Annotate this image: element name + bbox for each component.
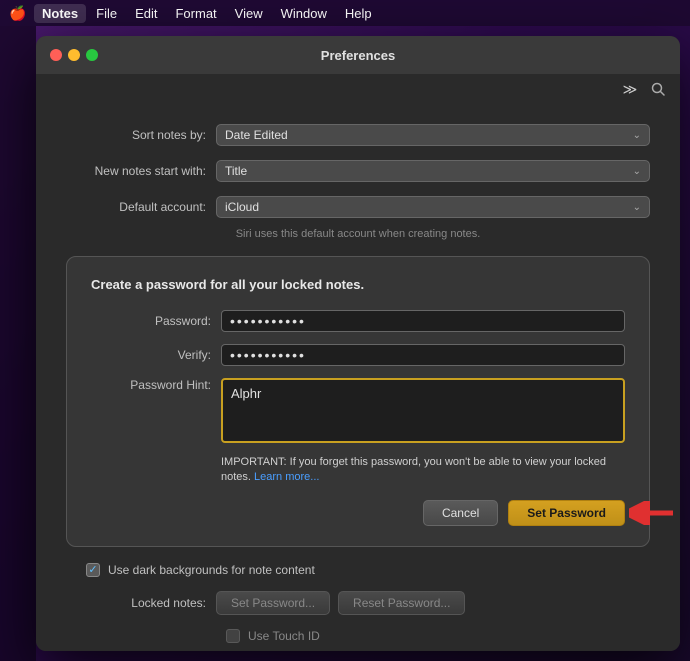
search-icon[interactable] [644,78,672,100]
window-title: Preferences [321,48,395,63]
menu-item-notes[interactable]: Notes [34,4,86,23]
hint-label: Password Hint: [91,378,211,392]
default-account-label: Default account: [66,200,206,214]
siri-hint: Siri uses this default account when crea… [66,228,650,240]
touch-id-section: Use Touch ID To use Touch ID in addition… [66,629,650,651]
dark-bg-row: ✓ Use dark backgrounds for note content [66,563,650,577]
menu-item-view[interactable]: View [227,4,271,23]
apple-menu-icon[interactable]: 🍎 [8,3,28,23]
menu-item-help[interactable]: Help [337,4,380,23]
verify-input[interactable] [221,344,625,366]
password-row: Password: [91,310,625,332]
default-account-row: Default account: iCloud ⌄ [66,196,650,218]
sort-notes-label: Sort notes by: [66,128,206,142]
password-label: Password: [91,314,211,328]
touch-id-hint: To use Touch ID in addition to the passw… [226,649,526,651]
chevron-down-icon: ⌄ [633,202,641,213]
cancel-button[interactable]: Cancel [423,500,498,526]
important-text: IMPORTANT: If you forget this password, … [221,455,625,486]
menu-item-edit[interactable]: Edit [127,4,165,23]
sidebar-strip [0,26,36,661]
red-arrow-indicator [629,501,677,525]
traffic-lights [50,49,98,61]
new-notes-row: New notes start with: Title ⌄ [66,160,650,182]
touch-id-label: Use Touch ID [248,629,320,643]
locked-reset-password-button: Reset Password... [338,591,465,615]
verify-label: Verify: [91,348,211,362]
minimize-button[interactable] [68,49,80,61]
chevron-down-icon: ⌄ [633,166,641,177]
chevron-down-icon: ⌄ [633,130,641,141]
new-notes-label: New notes start with: [66,164,206,178]
menu-item-format[interactable]: Format [167,4,224,23]
password-dialog: Create a password for all your locked no… [66,256,650,547]
menu-item-window[interactable]: Window [273,4,335,23]
learn-more-link[interactable]: Learn more... [254,471,319,483]
preferences-window: Preferences ≫ Sort notes by: Date Edited… [36,36,680,651]
default-account-select[interactable]: iCloud ⌄ [216,196,650,218]
set-password-button[interactable]: Set Password [508,500,625,526]
dialog-title: Create a password for all your locked no… [91,277,625,292]
sort-notes-row: Sort notes by: Date Edited ⌄ [66,124,650,146]
close-button[interactable] [50,49,62,61]
sort-notes-select[interactable]: Date Edited ⌄ [216,124,650,146]
prefs-content: Sort notes by: Date Edited ⌄ New notes s… [36,104,680,651]
dialog-buttons: Cancel Set Password [91,500,625,526]
sidebar-toggle-icon[interactable]: ≫ [616,78,644,100]
checkmark-icon: ✓ [88,563,97,576]
maximize-button[interactable] [86,49,98,61]
menu-bar: 🍎 Notes File Edit Format View Window Hel… [0,0,690,26]
touch-id-checkbox [226,629,240,643]
new-notes-select[interactable]: Title ⌄ [216,160,650,182]
dark-bg-checkbox[interactable]: ✓ [86,563,100,577]
dark-bg-label: Use dark backgrounds for note content [108,563,315,577]
locked-notes-label: Locked notes: [66,596,206,610]
verify-row: Verify: [91,344,625,366]
touch-id-row: Use Touch ID [226,629,650,643]
titlebar: Preferences [36,36,680,74]
main-area: Preferences ≫ Sort notes by: Date Edited… [0,26,690,661]
hint-row: Password Hint: Alphr [91,378,625,443]
hint-textarea[interactable]: Alphr [221,378,625,443]
menu-item-file[interactable]: File [88,4,125,23]
password-input[interactable] [221,310,625,332]
locked-notes-row: Locked notes: Set Password... Reset Pass… [66,591,650,615]
locked-set-password-button: Set Password... [216,591,330,615]
